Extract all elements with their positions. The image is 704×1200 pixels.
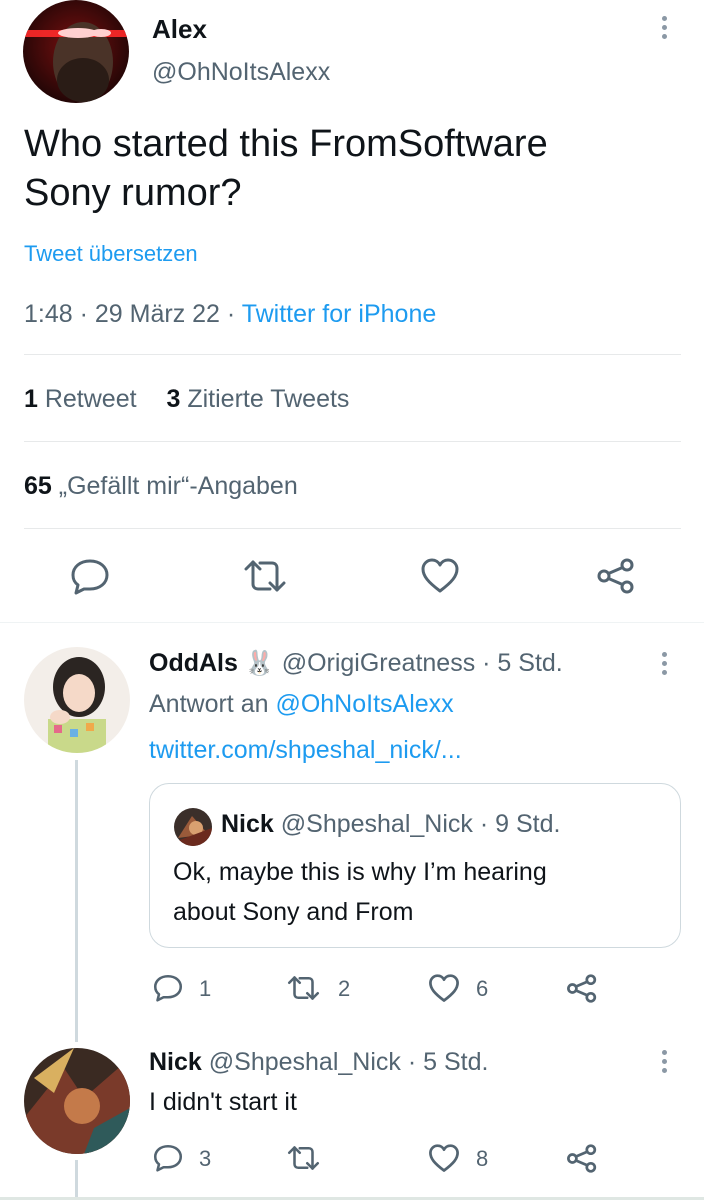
quoted-tweet-card[interactable]: Nick @Shpeshal_Nick · 9 Std. Ok, maybe t… bbox=[149, 783, 681, 948]
reply-author-name[interactable]: OddAls bbox=[149, 649, 238, 677]
more-options-icon[interactable] bbox=[660, 1050, 668, 1077]
divider bbox=[24, 441, 681, 442]
divider bbox=[24, 354, 681, 355]
tweet-text-line: Who started this FromSoftware bbox=[24, 123, 548, 165]
tweet-client[interactable]: Twitter for iPhone bbox=[242, 300, 437, 328]
reply-to-line: Antwort an @OhNoItsAlexx bbox=[149, 690, 454, 719]
like-count: 6 bbox=[476, 976, 489, 1001]
quoted-header: Nick @Shpeshal_Nick · 9 Std. bbox=[221, 810, 560, 839]
thread-line bbox=[75, 760, 78, 1042]
reply-avatar[interactable] bbox=[24, 1048, 130, 1154]
reply-icon[interactable] bbox=[153, 1143, 183, 1172]
reply-avatar[interactable] bbox=[24, 647, 130, 753]
divider bbox=[0, 622, 704, 623]
reply-author-name[interactable]: Nick bbox=[149, 1048, 202, 1076]
reply-age[interactable]: · 5 Std. bbox=[408, 1048, 489, 1076]
quoted-author-avatar bbox=[174, 808, 212, 846]
more-options-icon[interactable] bbox=[660, 652, 668, 679]
tweet-meta: 1:48 · 29 März 22 · Twitter for iPhone bbox=[24, 300, 436, 329]
engagement-stats: 1 Retweet 3 Zitierte Tweets bbox=[24, 385, 349, 414]
author-handle[interactable]: @OhNoItsAlexx bbox=[152, 58, 330, 87]
translate-link[interactable]: Tweet übersetzen bbox=[24, 241, 198, 267]
quoted-age: · 9 Std. bbox=[479, 810, 561, 838]
tweet-link[interactable]: twitter.com/shpeshal_nick/... bbox=[149, 736, 462, 765]
quoted-text-line: Ok, maybe this is why I’m hearing bbox=[173, 858, 547, 886]
thread-line bbox=[75, 1160, 78, 1200]
retweet-icon[interactable] bbox=[287, 976, 320, 1000]
reply-to-prefix: Antwort an bbox=[149, 690, 276, 718]
quoted-author-name: Nick bbox=[221, 810, 274, 838]
retweet-icon[interactable] bbox=[243, 560, 287, 592]
share-icon[interactable] bbox=[566, 974, 598, 1003]
quotes-stat[interactable]: 3 Zitierte Tweets bbox=[166, 385, 349, 413]
reply-count: 3 bbox=[199, 1146, 212, 1171]
tweet-date[interactable]: 29 März 22 bbox=[95, 300, 220, 328]
retweets-stat[interactable]: 1 Retweet bbox=[24, 385, 137, 413]
like-label: „Gefällt mir“-Angaben bbox=[51, 472, 298, 500]
share-icon[interactable] bbox=[596, 558, 636, 594]
reply-icon[interactable] bbox=[153, 973, 183, 1002]
retweet-count: 2 bbox=[338, 976, 351, 1001]
reply-author-handle[interactable]: @OrigiGreatness bbox=[282, 649, 476, 677]
retweet-label: Retweet bbox=[37, 385, 137, 413]
author-name[interactable]: Alex bbox=[152, 14, 207, 45]
share-icon[interactable] bbox=[566, 1144, 598, 1173]
likes-stat[interactable]: 65 „Gefällt mir“-Angaben bbox=[24, 472, 298, 501]
quote-label: Zitierte Tweets bbox=[180, 385, 350, 413]
tweet-text: Who started this FromSoftware Sony rumor… bbox=[24, 120, 548, 218]
like-icon[interactable] bbox=[428, 974, 460, 1003]
reply-header: OddAls 🐰 @OrigiGreatness · 5 Std. bbox=[149, 649, 563, 678]
like-count: 65 bbox=[24, 472, 52, 500]
bunny-emoji: 🐰 bbox=[244, 650, 275, 677]
like-icon[interactable] bbox=[428, 1144, 460, 1173]
retweet-icon[interactable] bbox=[287, 1146, 320, 1170]
tweet-text-line: Sony rumor? bbox=[24, 172, 242, 214]
divider bbox=[24, 528, 681, 529]
like-icon[interactable] bbox=[420, 558, 460, 594]
retweet-count: 1 bbox=[24, 385, 38, 413]
quoted-author-handle: @Shpeshal_Nick bbox=[280, 810, 473, 838]
reply-to-handle[interactable]: @OhNoItsAlexx bbox=[275, 690, 453, 718]
reply-icon[interactable] bbox=[70, 557, 110, 595]
reply-age[interactable]: · 5 Std. bbox=[482, 649, 563, 677]
more-options-icon[interactable] bbox=[660, 16, 668, 43]
quoted-text-line: about Sony and From bbox=[173, 898, 414, 926]
tweet-time[interactable]: 1:48 bbox=[24, 300, 73, 328]
quote-count: 3 bbox=[166, 385, 181, 413]
like-count: 8 bbox=[476, 1146, 489, 1171]
reply-count: 1 bbox=[199, 976, 212, 1001]
reply-text: I didn't start it bbox=[149, 1088, 297, 1116]
reply-author-handle[interactable]: @Shpeshal_Nick bbox=[209, 1048, 401, 1076]
quoted-text: Ok, maybe this is why I’m hearing about … bbox=[173, 852, 547, 932]
separator: · bbox=[72, 300, 95, 328]
separator: · bbox=[219, 300, 242, 328]
reply-header: Nick @Shpeshal_Nick · 5 Std. bbox=[149, 1048, 488, 1077]
author-avatar[interactable] bbox=[23, 0, 129, 103]
